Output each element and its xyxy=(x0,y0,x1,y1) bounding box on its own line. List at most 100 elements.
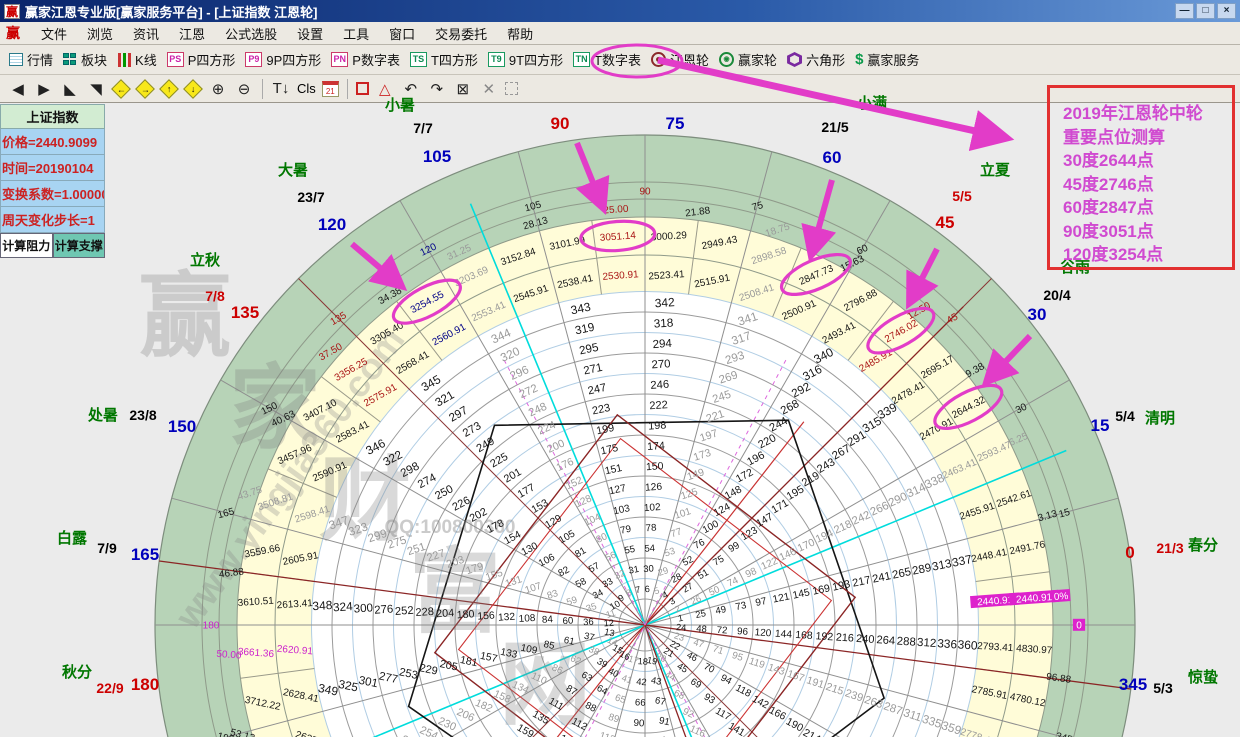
toolbar-button-行情[interactable]: 行情 xyxy=(4,48,58,71)
pin-icon[interactable] xyxy=(505,82,518,95)
box-x-icon[interactable]: ⊠ xyxy=(453,80,473,98)
zoom-out-icon[interactable]: ⊖ xyxy=(234,80,254,98)
svg-text:富: 富 xyxy=(409,542,501,644)
svg-text:246: 246 xyxy=(650,379,669,392)
9P四方形-icon: P9 xyxy=(245,52,262,67)
svg-text:118: 118 xyxy=(733,683,753,700)
toolbar-button-P数字表[interactable]: PNP数字表 xyxy=(326,48,405,71)
menu-item-江恩[interactable]: 江恩 xyxy=(170,22,214,45)
svg-text:346: 346 xyxy=(363,436,388,458)
svg-text:105: 105 xyxy=(557,528,577,546)
svg-text:67: 67 xyxy=(654,695,667,708)
move-right-icon[interactable]: → xyxy=(135,79,155,99)
svg-text:143: 143 xyxy=(766,662,786,678)
toolbar-button-赢家服务[interactable]: $赢家服务 xyxy=(850,48,924,71)
svg-text:51: 51 xyxy=(696,567,711,582)
annotation-line-3: 45度2746点 xyxy=(1063,173,1232,197)
prev-icon[interactable]: ◀ xyxy=(8,80,28,98)
wheel-label-180: 180 xyxy=(131,675,159,694)
svg-text:323: 323 xyxy=(346,519,369,539)
minimize-button[interactable]: — xyxy=(1175,3,1194,19)
svg-text:344: 344 xyxy=(489,325,513,346)
svg-text:348: 348 xyxy=(312,598,333,613)
cross-arrows-icon[interactable]: ✕ xyxy=(479,80,499,98)
calendar-icon[interactable]: 21 xyxy=(322,81,339,97)
toolbar-button-K线[interactable]: K线 xyxy=(112,48,162,71)
svg-text:341: 341 xyxy=(736,309,760,329)
menu-item-设置[interactable]: 设置 xyxy=(288,22,332,45)
svg-text:82: 82 xyxy=(557,565,572,580)
svg-text:339: 339 xyxy=(875,400,900,422)
svg-text:338: 338 xyxy=(922,470,946,491)
svg-text:100: 100 xyxy=(701,518,721,536)
rotate-ccw-icon[interactable]: ↶ xyxy=(401,80,421,98)
svg-text:192: 192 xyxy=(815,630,834,643)
annotation-line-1: 重要点位测算 xyxy=(1063,126,1232,150)
menu-item-工具[interactable]: 工具 xyxy=(334,22,378,45)
menu-item-窗口[interactable]: 窗口 xyxy=(380,22,424,45)
svg-text:205: 205 xyxy=(439,658,459,673)
cls-button[interactable]: Cls xyxy=(297,81,316,96)
dart-down-icon[interactable]: ◥ xyxy=(86,80,106,98)
svg-text:105: 105 xyxy=(524,199,543,214)
toolbar-button-江恩轮[interactable]: 江恩轮 xyxy=(646,48,714,71)
wheel-label-立夏: 立夏 xyxy=(980,161,1011,179)
draw-triangle-icon[interactable]: △ xyxy=(375,80,395,98)
svg-text:266: 266 xyxy=(869,500,891,519)
svg-text:242: 242 xyxy=(850,509,872,528)
toolbar-button-9T四方形[interactable]: T99T四方形 xyxy=(483,48,568,71)
wheel-label-22/9: 22/9 xyxy=(96,680,123,696)
wheel-label-7/7: 7/7 xyxy=(413,120,433,136)
t-sort-icon[interactable]: T↓ xyxy=(271,80,291,97)
menu-item-交易委托[interactable]: 交易委托 xyxy=(426,22,496,45)
svg-text:278: 278 xyxy=(399,733,421,737)
toolbar-button-板块[interactable]: 板块 xyxy=(58,48,112,71)
svg-text:2440.91: 2440.91 xyxy=(1016,592,1053,606)
move-left-icon[interactable]: ← xyxy=(111,79,131,99)
menu-item-公式选股[interactable]: 公式选股 xyxy=(216,22,286,45)
next-icon[interactable]: ▶ xyxy=(34,80,54,98)
江恩轮-icon xyxy=(651,52,666,67)
move-down-icon[interactable]: ↓ xyxy=(183,79,203,99)
toolbar-button-P四方形[interactable]: PSP四方形 xyxy=(162,48,241,71)
svg-text:61: 61 xyxy=(563,635,576,648)
svg-text:241: 241 xyxy=(871,570,892,586)
button-计算阻力[interactable]: 计算阻力 xyxy=(0,233,53,258)
rotate-cw-icon[interactable]: ↷ xyxy=(427,80,447,98)
svg-text:136: 136 xyxy=(558,733,578,737)
close-button[interactable]: × xyxy=(1217,3,1236,19)
svg-text:32: 32 xyxy=(613,567,627,581)
menu-item-文件[interactable]: 文件 xyxy=(32,22,76,45)
toolbar-button-T数字表[interactable]: TNT数字表 xyxy=(568,48,646,71)
toolbar-button-赢家轮[interactable]: ◉赢家轮 xyxy=(714,48,782,71)
zoom-in-icon[interactable]: ⊕ xyxy=(208,80,228,98)
toolbar-button-T四方形[interactable]: TST四方形 xyxy=(405,48,483,71)
wheel-label-21/3: 21/3 xyxy=(1156,540,1183,556)
menu-item-浏览[interactable]: 浏览 xyxy=(78,22,122,45)
button-计算支撑[interactable]: 计算支撑 xyxy=(53,233,106,258)
wheel-label-75: 75 xyxy=(666,114,685,133)
svg-text:206: 206 xyxy=(455,706,476,724)
toolbar-button-9P四方形[interactable]: P99P四方形 xyxy=(240,48,326,71)
svg-text:202: 202 xyxy=(468,506,490,525)
dart-up-icon[interactable]: ◣ xyxy=(60,80,80,98)
wheel-label-135: 135 xyxy=(231,303,259,322)
svg-text:3254.55: 3254.55 xyxy=(409,289,446,316)
svg-text:203: 203 xyxy=(445,554,466,571)
svg-text:245: 245 xyxy=(711,389,732,406)
svg-text:2508.41: 2508.41 xyxy=(738,282,776,304)
maximize-button[interactable]: □ xyxy=(1196,3,1215,19)
draw-square-icon[interactable] xyxy=(356,82,369,95)
svg-text:359: 359 xyxy=(940,718,964,737)
menu-item-资讯[interactable]: 资讯 xyxy=(124,22,168,45)
svg-text:12.50: 12.50 xyxy=(906,300,934,322)
svg-text:60: 60 xyxy=(562,615,573,627)
svg-text:15: 15 xyxy=(611,642,625,656)
menu-item-帮助[interactable]: 帮助 xyxy=(498,22,542,45)
svg-text:41: 41 xyxy=(620,672,633,686)
toolbar-button-六角形[interactable]: 六角形 xyxy=(782,48,850,71)
move-up-icon[interactable]: ↑ xyxy=(159,79,179,99)
svg-text:75: 75 xyxy=(751,200,765,214)
svg-text:25.00: 25.00 xyxy=(603,204,629,217)
svg-text:117: 117 xyxy=(713,706,733,724)
